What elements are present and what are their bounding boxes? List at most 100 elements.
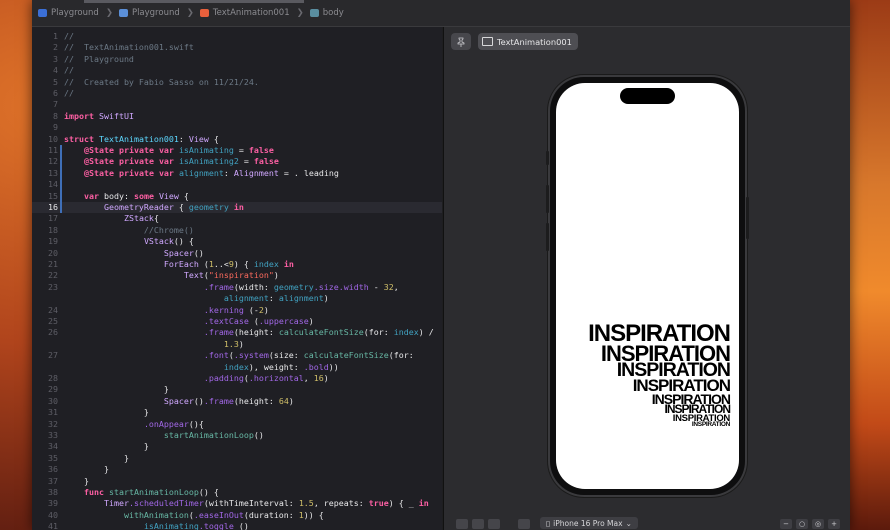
code-text: withAnimation(.easeInOut(duration: 1)) {: [123, 509, 324, 520]
code-line[interactable]: 15 var body: some View {: [32, 190, 442, 202]
line-number: 1: [53, 31, 58, 41]
code-line[interactable]: 35 }: [32, 453, 442, 464]
code-line[interactable]: 24 .kerning (-2): [32, 305, 442, 316]
line-number: 24: [48, 304, 58, 315]
line-number: 40: [48, 509, 58, 520]
code-line[interactable]: 20 Spacer(): [32, 248, 442, 259]
line-number: 4: [53, 65, 58, 76]
line-number: 26: [48, 327, 58, 338]
code-line[interactable]: 29 }: [32, 384, 442, 395]
code-line[interactable]: 10 struct TextAnimation001: View {: [32, 134, 442, 145]
device-settings-button[interactable]: [518, 518, 530, 529]
line-number: 20: [48, 247, 58, 258]
preview-canvas: TextAnimation001 INSPIRATION INSPIRATION I…: [443, 27, 850, 530]
line-number: 29: [48, 384, 58, 395]
code-text: Spacer(): [163, 247, 204, 258]
code-line[interactable]: 5 // Created by Fabio Sasso on 11/21/24.: [32, 77, 442, 88]
code-line[interactable]: 23 .frame(width: geometry.size.width - 3…: [32, 282, 442, 293]
variants-button[interactable]: [488, 518, 500, 529]
code-line[interactable]: 28 .padding(.horizontal, 16): [32, 373, 442, 384]
code-line[interactable]: 9: [32, 122, 442, 133]
code-line[interactable]: 25 .textCase (.uppercase): [32, 316, 442, 327]
selectable-mode-button[interactable]: [472, 518, 484, 529]
zoom-in-icon[interactable]: +: [828, 518, 840, 529]
code-line[interactable]: 38 func startAnimationLoop() {: [32, 487, 442, 498]
code-line[interactable]: 11 @State private var isAnimating = fals…: [32, 145, 442, 157]
property-icon: [309, 9, 319, 17]
code-line[interactable]: 30 Spacer().frame(height: 64): [32, 396, 442, 407]
line-number: 6: [53, 88, 58, 98]
code-text: @State private var isAnimating = false: [83, 145, 274, 155]
code-line[interactable]: 31 }: [32, 407, 442, 418]
code-line[interactable]: 21 ForEach (1..<9) { index in: [32, 259, 442, 270]
code-line[interactable]: 1.3): [32, 339, 442, 350]
code-line[interactable]: 34 }: [32, 441, 442, 452]
line-number: 9: [53, 122, 58, 133]
code-line[interactable]: 33 startAnimationLoop(): [32, 430, 442, 441]
code-text: 1.3): [223, 338, 244, 349]
code-line[interactable]: 37 }: [32, 476, 442, 487]
code-line[interactable]: 3 // Playground: [32, 54, 442, 65]
preview-screen[interactable]: INSPIRATION INSPIRATION INSPIRATION INSPIRA…: [556, 83, 739, 489]
code-line[interactable]: 6 //: [32, 88, 442, 99]
code-line[interactable]: 40 withAnimation(.easeInOut(duration: 1)…: [32, 510, 442, 521]
breadcrumb-item-file[interactable]: TextAnimation001 ❯: [199, 8, 304, 18]
device-selector[interactable]: ▯ iPhone 16 Pro Max ⌄: [540, 517, 638, 529]
code-line[interactable]: 17 ZStack{: [32, 213, 442, 224]
code-line[interactable]: 16 GeometryReader { geometry in: [32, 202, 442, 214]
code-line[interactable]: 13 @State private var alignment: Alignme…: [32, 167, 442, 180]
code-line[interactable]: 39 Timer.scheduledTimer(withTimeInterval…: [32, 498, 442, 509]
breadcrumb-label: Playground: [51, 8, 99, 18]
code-editor[interactable]: 1 // 2 // TextAnimation001.swift 3 // Playgro…: [32, 27, 442, 530]
code-text: //: [64, 65, 74, 76]
code-text: Spacer().frame(height: 64): [163, 395, 294, 406]
breadcrumb-item-project[interactable]: Playground ❯: [38, 8, 113, 18]
code-line[interactable]: 18 //Chrome(): [32, 225, 442, 236]
code-line[interactable]: 27 .font(.system(size: calculateFontSize…: [32, 350, 442, 361]
zoom-fit-icon[interactable]: ◎: [812, 518, 824, 529]
code-text: //: [64, 88, 74, 98]
code-text: ForEach (1..<9) { index in: [163, 259, 294, 269]
code-line[interactable]: 32 .onAppear(){: [32, 419, 442, 430]
jump-bar: Playground ❯ Playground ❯ TextAnimation0…: [32, 0, 850, 27]
code-line[interactable]: 19 VStack() {: [32, 236, 442, 247]
breadcrumb-label: TextAnimation001: [212, 8, 290, 18]
code-text: // TextAnimation001.swift: [64, 42, 194, 53]
code-text: }: [64, 441, 149, 452]
line-number: 31: [48, 407, 58, 418]
code-line[interactable]: 41 isAnimating.toggle (): [32, 521, 442, 530]
code-text: .kerning (-2): [203, 304, 269, 315]
code-line[interactable]: 7: [32, 99, 442, 110]
breadcrumb-item-folder[interactable]: Playground ❯: [118, 8, 194, 18]
code-line[interactable]: alignment: alignment): [32, 293, 442, 304]
code-line[interactable]: 8 import SwiftUI: [32, 111, 442, 122]
chevron-right-icon: ❯: [105, 8, 113, 18]
volume-up-button: [546, 185, 549, 213]
chevron-right-icon: ❯: [296, 8, 304, 18]
code-line[interactable]: 1 //: [32, 31, 442, 42]
code-line[interactable]: 36 }: [32, 464, 442, 475]
code-text: .frame(height: calculateFontSize(for: in…: [203, 327, 434, 338]
code-line[interactable]: 14: [32, 179, 442, 191]
dynamic-island: [620, 88, 675, 104]
pin-preview-button[interactable]: [451, 33, 471, 50]
swift-file-icon: [199, 9, 209, 17]
live-preview-button[interactable]: [456, 518, 468, 529]
zoom-actual-icon[interactable]: ○: [796, 518, 808, 529]
preview-tab[interactable]: TextAnimation001: [478, 33, 578, 50]
code-text: Timer.scheduledTimer(withTimeInterval: 1…: [103, 498, 429, 509]
code-line[interactable]: 12 @State private var isAnimating2 = fal…: [32, 156, 442, 168]
breadcrumb-item-symbol[interactable]: body: [309, 8, 344, 18]
code-line[interactable]: 2 // TextAnimation001.swift: [32, 42, 442, 53]
code-line[interactable]: 26 .frame(height: calculateFontSize(for:…: [32, 327, 442, 338]
line-number: 39: [48, 498, 58, 509]
code-line[interactable]: 4 //: [32, 65, 442, 76]
code-line[interactable]: 22 Text("inspiration"): [32, 270, 442, 281]
zoom-out-icon[interactable]: −: [780, 518, 792, 529]
line-number: 3: [53, 53, 58, 64]
code-text: //: [64, 31, 74, 41]
code-line[interactable]: index), weight: .bold)): [32, 362, 442, 373]
code-text: struct TextAnimation001: View {: [64, 133, 219, 144]
folder-icon: [118, 9, 128, 17]
code-text: VStack() {: [143, 236, 194, 247]
